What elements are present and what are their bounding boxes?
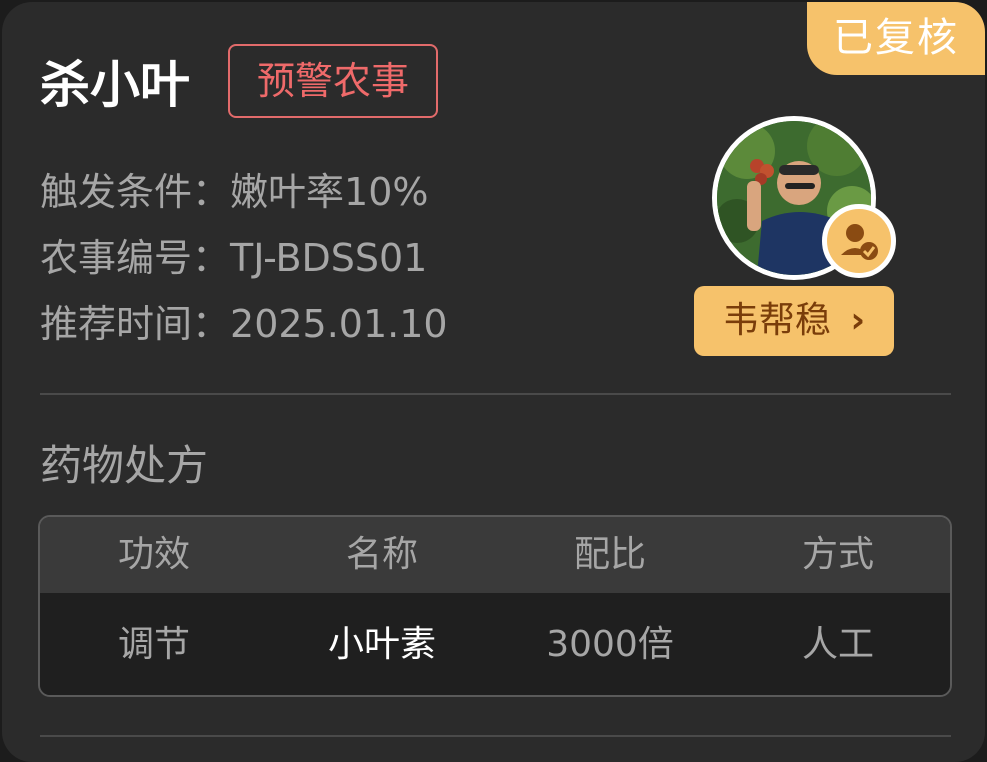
recommend-time-label: 推荐时间： — [40, 302, 231, 346]
prescription-table: 功效 名称 配比 方式 调节 小叶素 3000倍 人工 — [38, 515, 952, 697]
warning-tag: 预警农事 — [228, 44, 438, 118]
verified-user-icon — [822, 204, 896, 278]
divider-top — [40, 393, 951, 395]
verified-glyph — [841, 224, 878, 260]
header-name: 名称 — [345, 534, 418, 575]
info-row-trigger: 触发条件：嫩叶率10% — [40, 167, 428, 217]
table-header-row: 功效 名称 配比 方式 — [40, 517, 950, 593]
cell-ratio: 3000倍 — [546, 624, 674, 665]
farm-task-card: 已复核 杀小叶 预警农事 触发条件：嫩叶率10% 农事编号：TJ-BDSS01 … — [2, 2, 985, 762]
chevron-right-icon: › — [850, 300, 866, 341]
info-row-task-number: 农事编号：TJ-BDSS01 — [40, 233, 427, 283]
expert-name-button[interactable]: 韦帮稳 › — [694, 286, 894, 356]
recommend-time-value: 2025.01.10 — [230, 302, 448, 346]
cell-name[interactable]: 小叶素 — [268, 593, 496, 695]
prescription-section-title: 药物处方 — [40, 441, 209, 490]
task-number-value: TJ-BDSS01 — [230, 236, 428, 280]
table-row: 调节 小叶素 3000倍 人工 — [40, 593, 950, 695]
trigger-value: 嫩叶率10% — [230, 170, 429, 214]
expert-avatar-wrap[interactable] — [712, 116, 896, 280]
trigger-label: 触发条件： — [40, 170, 231, 214]
divider-bottom — [40, 735, 951, 737]
info-row-recommend-time: 推荐时间：2025.01.10 — [40, 299, 448, 349]
task-title: 杀小叶 — [40, 56, 190, 114]
cell-method: 人工 — [801, 624, 874, 665]
header-method: 方式 — [801, 534, 874, 575]
reviewed-status-badge: 已复核 — [807, 2, 985, 75]
task-number-label: 农事编号： — [40, 236, 231, 280]
header-ratio: 配比 — [573, 534, 646, 575]
expert-name: 韦帮稳 — [722, 300, 831, 341]
header-effect: 功效 — [117, 534, 190, 575]
cell-effect: 调节 — [117, 624, 190, 665]
